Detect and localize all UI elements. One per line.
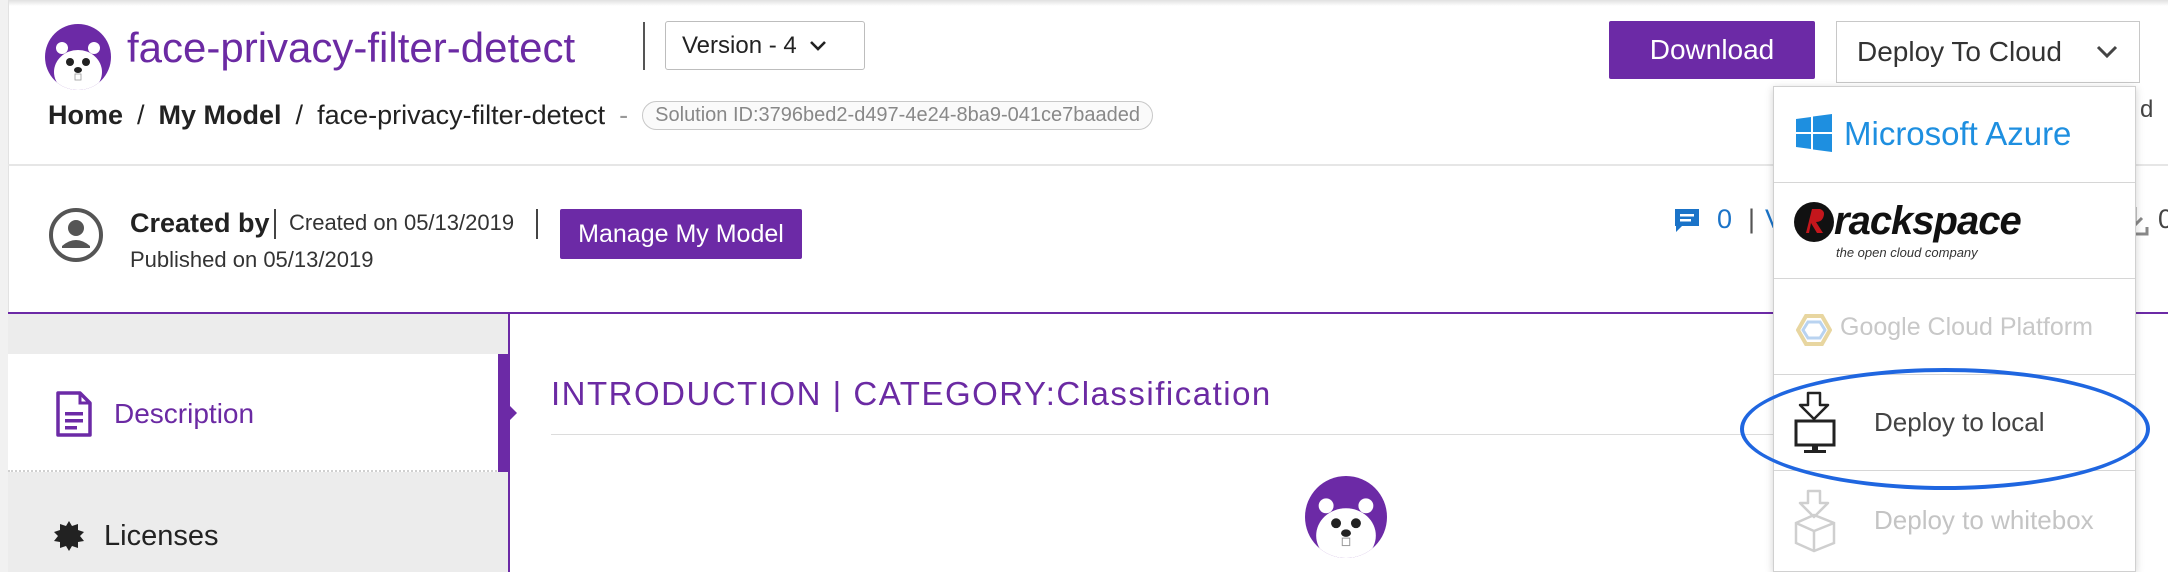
breadcrumb-dash: - (619, 100, 629, 130)
comment-count[interactable]: 0 (1717, 204, 1732, 235)
sidenav-label-description: Description (114, 398, 255, 429)
title-divider (643, 22, 645, 70)
page-title: face-privacy-filter-detect (127, 24, 576, 71)
download-count: 0 (2158, 204, 2168, 234)
breadcrumb-my-model[interactable]: My Model (159, 100, 282, 131)
breadcrumb-sep: / (295, 100, 304, 130)
breadcrumb: Home / My Model / face-privacy-filter-de… (48, 100, 1153, 131)
windows-logo-icon (1796, 114, 1832, 152)
download-button[interactable]: Download (1609, 21, 1815, 79)
highlight-annotation (1740, 368, 2150, 490)
chevron-down-icon (2096, 45, 2118, 59)
stat-separator: | (1748, 204, 1756, 234)
badge-icon (54, 521, 84, 551)
gopher-icon (54, 42, 102, 90)
user-icon (49, 208, 103, 262)
content-divider (508, 314, 510, 572)
rackspace-label: rackspace (1834, 199, 2022, 243)
gcp-label: Google Cloud Platform (1840, 313, 2093, 341)
version-label: Version - 4 (682, 31, 797, 59)
azure-label: Microsoft Azure (1844, 115, 2072, 152)
divider (274, 209, 276, 239)
deploy-whitebox-label: Deploy to whitebox (1874, 505, 2094, 535)
deploy-whitebox-icon (1794, 489, 1836, 553)
menu-item-rackspace[interactable]: rackspace the open cloud company (1774, 183, 2135, 279)
truncated-text: d (2140, 96, 2154, 123)
active-indicator (498, 354, 508, 472)
menu-item-gcp: Google Cloud Platform (1774, 279, 2135, 375)
solution-id-badge: Solution ID:3796bed2-d497-4e24-8ba9-041c… (642, 101, 1153, 130)
sidenav-label-licenses[interactable]: Licenses (104, 520, 218, 553)
deploy-label: Deploy To Cloud (1857, 36, 2062, 67)
top-shadow (0, 0, 2168, 6)
menu-item-azure[interactable]: Microsoft Azure (1774, 87, 2135, 183)
gcp-hexagon-icon (1796, 314, 1832, 346)
divider (536, 209, 538, 239)
rackspace-logo-icon (1794, 202, 1834, 242)
version-select[interactable]: Version - 4 (665, 21, 865, 70)
breadcrumb-sep: / (137, 100, 145, 130)
divider (551, 434, 1781, 435)
model-image (1305, 476, 1387, 558)
breadcrumb-current: face-privacy-filter-detect (317, 100, 606, 130)
rackspace-tagline: the open cloud company (1836, 245, 1978, 260)
gopher-icon (1316, 498, 1376, 558)
breadcrumb-home[interactable]: Home (48, 100, 123, 131)
published-on-date: Published on 05/13/2019 (130, 247, 374, 272)
deploy-dropdown-menu: Microsoft Azure rackspace the open cloud… (1773, 86, 2136, 572)
deploy-to-cloud-button[interactable]: Deploy To Cloud (1836, 21, 2140, 83)
comment-icon[interactable] (1672, 206, 1702, 236)
created-by-label: Created by (130, 208, 270, 238)
created-on-date: Created on 05/13/2019 (289, 210, 515, 235)
document-icon (56, 391, 92, 437)
chevron-down-icon (809, 40, 826, 51)
section-heading: INTRODUCTION | CATEGORY:Classification (551, 375, 1272, 412)
manage-my-model-button[interactable]: Manage My Model (560, 209, 802, 259)
model-avatar (45, 24, 111, 90)
